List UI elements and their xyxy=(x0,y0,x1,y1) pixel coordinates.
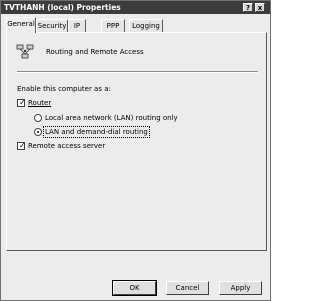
routing-remote-access-icon xyxy=(16,44,34,59)
router-label[interactable]: Router xyxy=(28,99,51,107)
radio-selected-dot xyxy=(37,131,39,133)
close-button[interactable]: x xyxy=(255,3,265,12)
check-icon: ✓ xyxy=(19,98,26,107)
cancel-button[interactable]: Cancel xyxy=(166,281,209,295)
header-label: Routing and Remote Access xyxy=(46,48,144,56)
apply-button[interactable]: Apply xyxy=(219,281,262,295)
ok-button[interactable]: OK xyxy=(112,280,157,296)
tab-logging[interactable]: Logging xyxy=(129,19,163,32)
lan-only-label[interactable]: Local area network (LAN) routing only xyxy=(45,114,178,122)
tab-ip[interactable]: IP xyxy=(68,19,86,32)
separator xyxy=(17,71,258,73)
title-bar[interactable]: TVTHANH (local) Properties ? x xyxy=(1,1,270,14)
remote-access-server-label[interactable]: Remote access server xyxy=(28,142,105,150)
check-icon: ✓ xyxy=(19,141,26,150)
tab-security[interactable]: Security xyxy=(36,19,68,32)
tab-general[interactable]: General xyxy=(6,17,36,33)
general-tab-panel: Routing and Remote Access Enable this co… xyxy=(6,32,267,251)
help-button[interactable]: ? xyxy=(243,3,253,12)
properties-dialog: TVTHANH (local) Properties ? x General S… xyxy=(0,0,271,301)
lan-demand-dial-label[interactable]: LAN and demand-dial routing xyxy=(43,126,150,138)
lan-only-radio[interactable] xyxy=(34,114,42,122)
tab-strip: General Security IP PPP Logging xyxy=(6,17,266,33)
enable-label: Enable this computer as a: xyxy=(17,85,111,93)
remote-access-server-checkbox[interactable]: ✓ xyxy=(17,141,26,150)
window-title: TVTHANH (local) Properties xyxy=(4,3,121,12)
lan-demand-dial-radio[interactable] xyxy=(34,128,42,136)
router-checkbox[interactable]: ✓ xyxy=(17,98,26,107)
tab-ppp[interactable]: PPP xyxy=(101,19,125,32)
